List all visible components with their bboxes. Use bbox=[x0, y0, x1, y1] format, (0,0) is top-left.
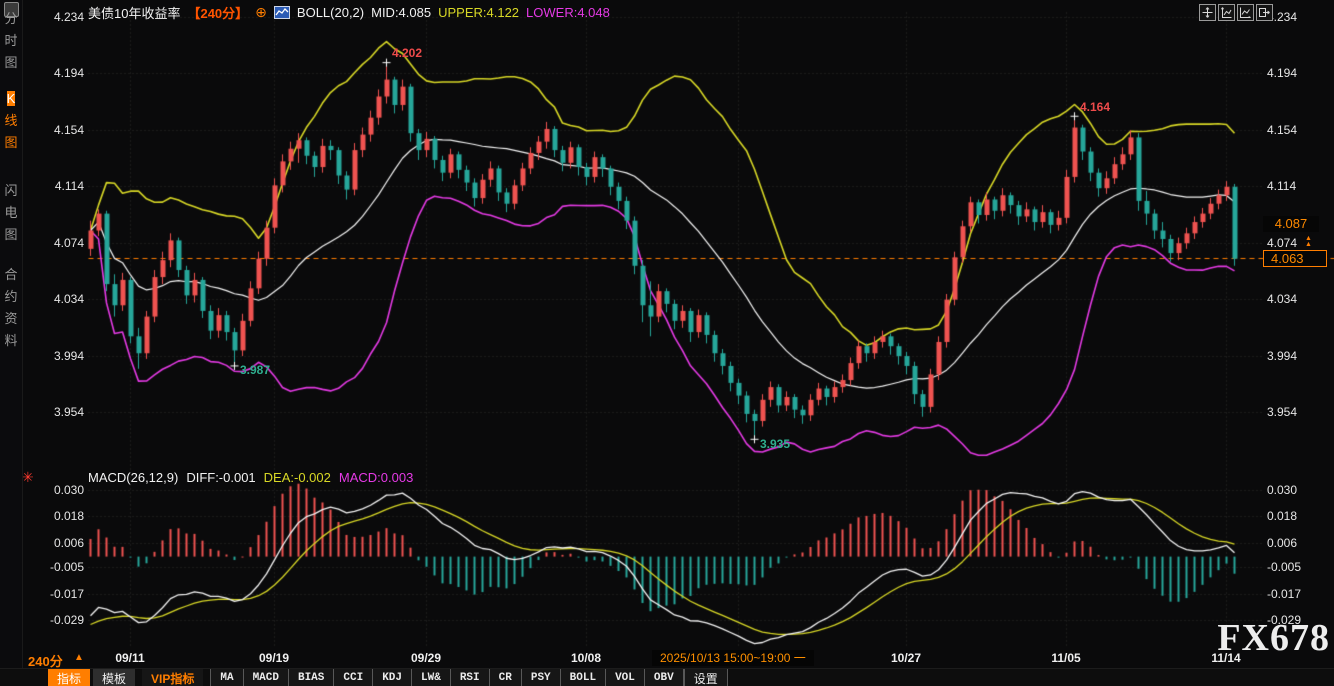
pan-icon[interactable] bbox=[1199, 4, 1216, 21]
macd-axis-label: -0.029 bbox=[40, 613, 84, 627]
x-axis-label: 11/05 bbox=[1043, 651, 1089, 665]
alert-price-label[interactable]: 4.063 bbox=[1263, 250, 1327, 267]
y-axis-label: 3.954 bbox=[40, 405, 84, 419]
macd-axis-label: 0.018 bbox=[40, 509, 84, 523]
x-axis-label: 09/11 bbox=[107, 651, 153, 665]
y-axis-label: 4.074 bbox=[1267, 236, 1327, 250]
crosshair-date-tooltip: 2025/10/13 15:00~19:00 一 bbox=[652, 650, 814, 666]
instrument-title: 美债10年收益率 bbox=[88, 3, 180, 22]
toolbar-item-cci[interactable]: CCI bbox=[333, 669, 372, 686]
left-sidebar: 分时图 K线图 闪电图 合约资料 bbox=[0, 0, 23, 686]
boll-lower-value: LOWER:4.048 bbox=[526, 5, 610, 20]
chart-canvas[interactable] bbox=[0, 0, 1334, 686]
macd-axis-label: -0.017 bbox=[40, 587, 84, 601]
trading-app: 分时图 K线图 闪电图 合约资料 美债10年收益率 【240分】 ⊕ BOLL(… bbox=[0, 0, 1334, 686]
period-arrow-icon[interactable]: ▲ bbox=[74, 652, 84, 663]
x-axis-label: 10/27 bbox=[883, 651, 929, 665]
macd-axis-label: -0.005 bbox=[1267, 560, 1327, 574]
boll-mid-value: MID:4.085 bbox=[371, 5, 431, 20]
y-axis-label: 4.034 bbox=[40, 292, 84, 306]
y-axis-label: 4.154 bbox=[1267, 123, 1327, 137]
toolbar-spacer bbox=[0, 669, 48, 686]
y-axis-label: 4.234 bbox=[1267, 10, 1327, 24]
y-axis-label: 3.994 bbox=[1267, 349, 1327, 363]
toolbar-item-obv[interactable]: OBV bbox=[644, 669, 684, 686]
macd-macd-value: MACD:0.003 bbox=[339, 470, 413, 485]
macd-axis-label: -0.017 bbox=[1267, 587, 1327, 601]
macd-axis-label: 0.006 bbox=[40, 536, 84, 550]
x-axis-row: 240分 ▲ 2025/10/13 15:00~19:00 一 09/1109/… bbox=[0, 650, 1334, 667]
y-axis-label: 4.194 bbox=[1267, 66, 1327, 80]
toolbar-item-boll[interactable]: BOLL bbox=[560, 669, 605, 686]
chart-type-icon[interactable] bbox=[274, 6, 290, 19]
sidebar-tab-label: 分时图 bbox=[4, 8, 18, 74]
chart-header: 美债10年收益率 【240分】 ⊕ BOLL(20,2) MID:4.085 U… bbox=[88, 3, 610, 21]
sidebar-tab-label: 闪电图 bbox=[4, 180, 18, 246]
sidebar-tab-timeline[interactable]: 分时图 bbox=[0, 8, 22, 74]
y-axis-label: 3.994 bbox=[40, 349, 84, 363]
macd-axis-label: -0.005 bbox=[40, 560, 84, 574]
toolbar-item-lw[interactable]: LW& bbox=[411, 669, 450, 686]
indicator-toolbar: 指标 模板 VIP指标 MA MACD BIAS CCI KDJ LW& RSI… bbox=[0, 668, 1334, 686]
expand-icon[interactable]: ⊕ bbox=[255, 4, 267, 21]
toolbar-item-template[interactable]: 模板 bbox=[93, 669, 135, 686]
toolbar-item-cr[interactable]: CR bbox=[489, 669, 521, 686]
y-axis-right: 4.234 4.194 4.154 4.114 4.074 4.034 3.994 3.954… bbox=[1267, 0, 1327, 686]
y-axis-label: 4.194 bbox=[40, 66, 84, 80]
toolbar-item-bias[interactable]: BIAS bbox=[288, 669, 333, 686]
y-axis-scale-icon[interactable] bbox=[1218, 4, 1235, 21]
boll-upper-value: UPPER:4.122 bbox=[438, 5, 519, 20]
macd-header: MACD(26,12,9) DIFF:-0.001 DEA:-0.002 MAC… bbox=[88, 469, 413, 485]
toolbar-item-vol[interactable]: VOL bbox=[605, 669, 644, 686]
x-axis-label: 09/29 bbox=[403, 651, 449, 665]
toolbar-item-psy[interactable]: PSY bbox=[521, 669, 560, 686]
sidebar-tab-flash[interactable]: 闪电图 bbox=[0, 180, 22, 246]
macd-axis-label: 0.030 bbox=[40, 483, 84, 497]
sidebar-tab-contract-info[interactable]: 合约资料 bbox=[0, 264, 22, 352]
toolbar-item-vip[interactable]: VIP指标 bbox=[142, 669, 203, 686]
y-axis-label: 4.074 bbox=[40, 236, 84, 250]
sidebar-tab-kline[interactable]: K线图 bbox=[0, 88, 22, 154]
toolbar-item-settings[interactable]: 设置 bbox=[684, 669, 728, 686]
x-axis-label: 09/19 bbox=[251, 651, 297, 665]
last-price-label: 4.087 bbox=[1263, 216, 1319, 232]
toolbar-item-indicator[interactable]: 指标 bbox=[48, 669, 90, 686]
macd-axis-label: 0.006 bbox=[1267, 536, 1327, 550]
period-badge[interactable]: 【240分】 bbox=[187, 3, 248, 22]
y-axis-label: 4.114 bbox=[1267, 179, 1327, 193]
toolbar-item-kdj[interactable]: KDJ bbox=[372, 669, 411, 686]
macd-label: MACD(26,12,9) bbox=[88, 470, 178, 485]
toolbar-item-macd[interactable]: MACD bbox=[243, 669, 288, 686]
macd-axis-label: 0.030 bbox=[1267, 483, 1327, 497]
indicator-star-icon[interactable]: ✳ bbox=[22, 469, 34, 486]
x-axis-label: 10/08 bbox=[563, 651, 609, 665]
toolbar-item-ma[interactable]: MA bbox=[210, 669, 242, 686]
alert-arrow-icon: ▲▲ bbox=[1305, 236, 1312, 248]
x-axis-scale-icon[interactable] bbox=[1237, 4, 1254, 21]
sidebar-tab-label: K线图 bbox=[4, 88, 18, 154]
y-axis-label: 4.034 bbox=[1267, 292, 1327, 306]
sidebar-tab-label: 合约资料 bbox=[4, 264, 18, 352]
y-axis-label: 3.954 bbox=[1267, 405, 1327, 419]
window-controls bbox=[1199, 4, 1273, 21]
macd-diff-value: DIFF:-0.001 bbox=[186, 470, 255, 485]
macd-dea-value: DEA:-0.002 bbox=[264, 470, 331, 485]
macd-axis-label: 0.018 bbox=[1267, 509, 1327, 523]
y-axis-label: 4.154 bbox=[40, 123, 84, 137]
watermark: FX678 bbox=[1217, 616, 1330, 660]
toolbar-item-rsi[interactable]: RSI bbox=[450, 669, 489, 686]
y-axis-label: 4.114 bbox=[40, 179, 84, 193]
exit-chart-icon[interactable] bbox=[1256, 4, 1273, 21]
boll-label: BOLL(20,2) bbox=[297, 5, 364, 20]
y-axis-label: 4.234 bbox=[40, 10, 84, 24]
y-axis-left: 4.234 4.194 4.154 4.114 4.074 4.034 3.994 3.954… bbox=[40, 0, 84, 686]
